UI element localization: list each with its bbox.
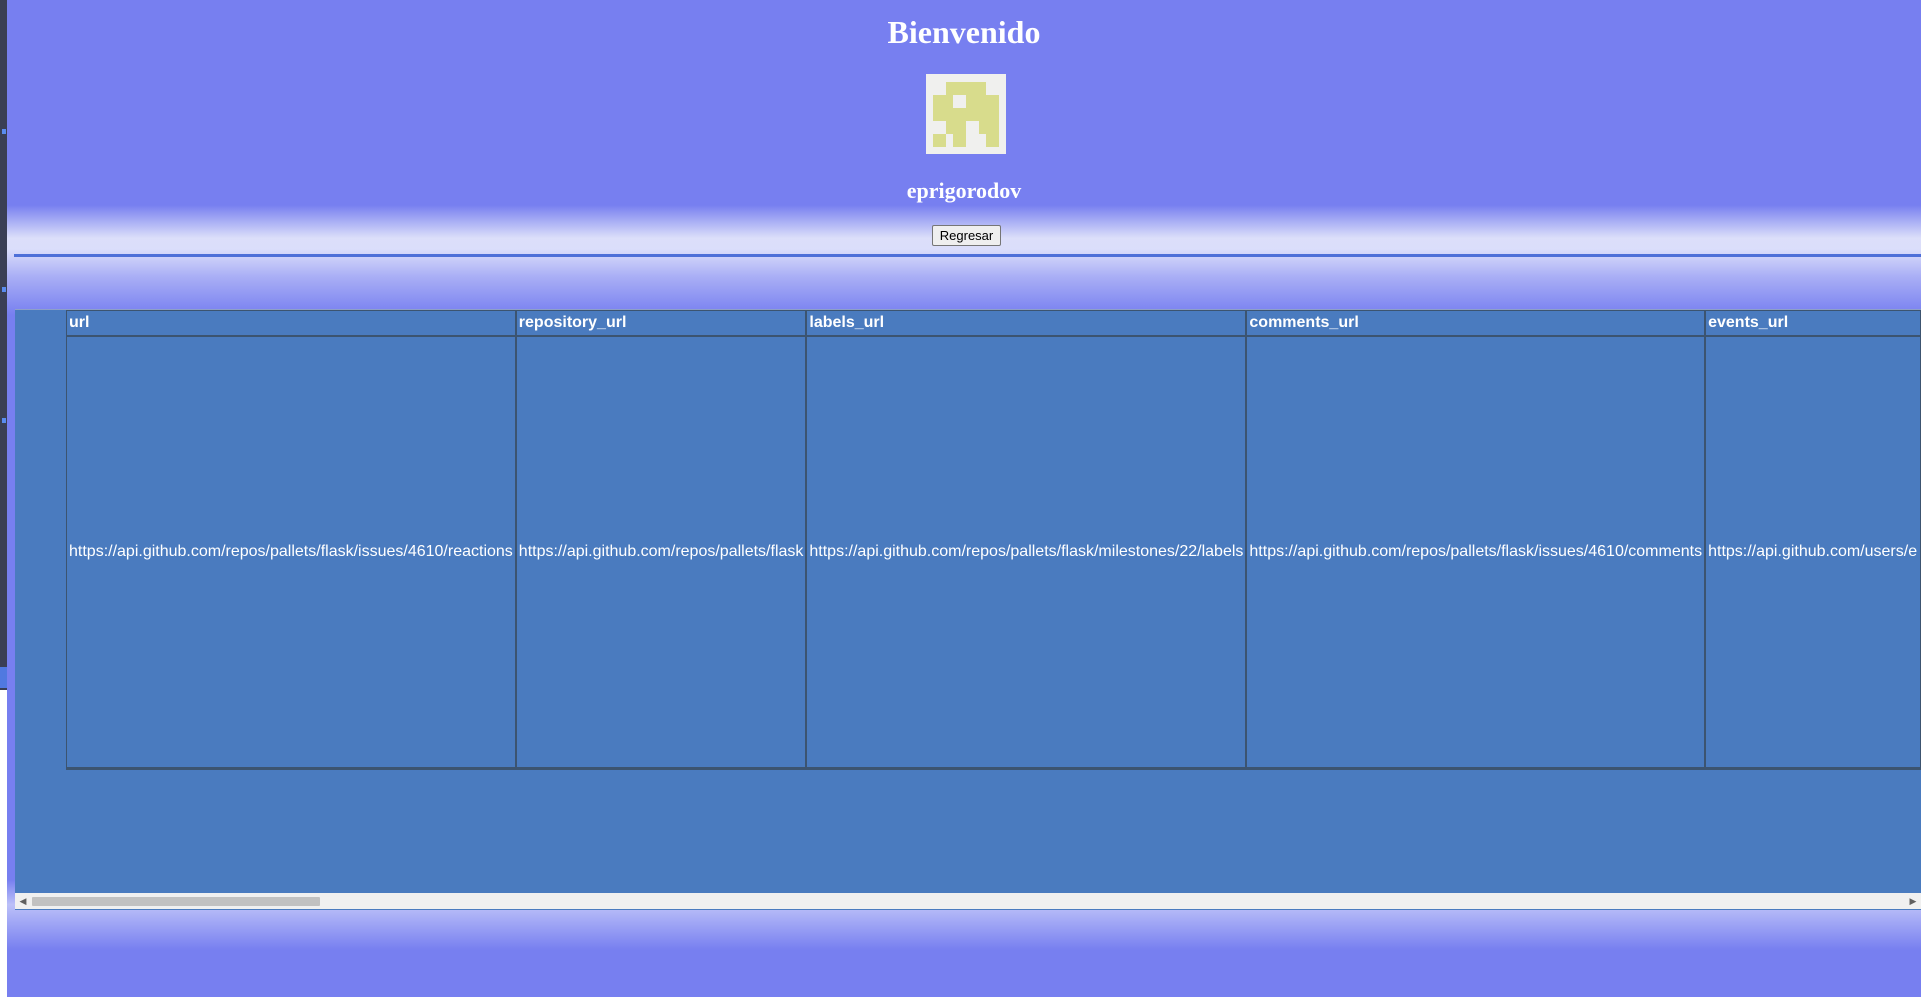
scrollbar-thumb[interactable] bbox=[32, 897, 320, 906]
scroll-left-icon[interactable]: ◀ bbox=[15, 893, 31, 909]
username: eprigorodov bbox=[906, 178, 1022, 203]
scroll-right-icon[interactable]: ▶ bbox=[1905, 893, 1921, 909]
column-header-events-url: events_url bbox=[1705, 310, 1921, 336]
column-header-repository-url: repository_url bbox=[515, 310, 807, 336]
table-cell-comments-url: https://api.github.com/repos/pallets/fla… bbox=[1246, 336, 1706, 768]
page-title: Bienvenido bbox=[887, 14, 1041, 50]
column-header-comments-url: comments_url bbox=[1246, 310, 1706, 336]
main-content: Bienvenido eprigorodov Regresar url repo… bbox=[7, 0, 1921, 997]
table-header-row: url repository_url labels_url comments_u… bbox=[66, 310, 1921, 336]
table-cell-events-url: https://api.github.com/users/e bbox=[1705, 336, 1921, 768]
page: Bienvenido eprigorodov Regresar url repo… bbox=[0, 0, 1921, 997]
table-panel: url repository_url labels_url comments_u… bbox=[15, 309, 1921, 910]
avatar bbox=[926, 74, 1006, 154]
table-row: https://api.github.com/repos/pallets/fla… bbox=[66, 336, 1921, 768]
header-glow bbox=[7, 205, 1921, 315]
table-cell-repository-url: https://api.github.com/repos/pallets/fla… bbox=[515, 336, 807, 768]
column-header-labels-url: labels_url bbox=[806, 310, 1247, 336]
identicon-icon bbox=[926, 74, 1006, 154]
background-window-marker bbox=[2, 287, 6, 292]
table-cell-url: https://api.github.com/repos/pallets/fla… bbox=[66, 336, 516, 768]
divider bbox=[14, 254, 1921, 257]
horizontal-scrollbar[interactable]: ◀ ▶ bbox=[15, 893, 1921, 909]
background-window-marker bbox=[2, 129, 6, 134]
background-window-marker bbox=[2, 418, 6, 423]
issues-table: url repository_url labels_url comments_u… bbox=[66, 310, 1921, 770]
table-cell-labels-url: https://api.github.com/repos/pallets/fla… bbox=[806, 336, 1247, 768]
back-button[interactable]: Regresar bbox=[932, 225, 1001, 246]
column-header-url: url bbox=[66, 310, 516, 336]
